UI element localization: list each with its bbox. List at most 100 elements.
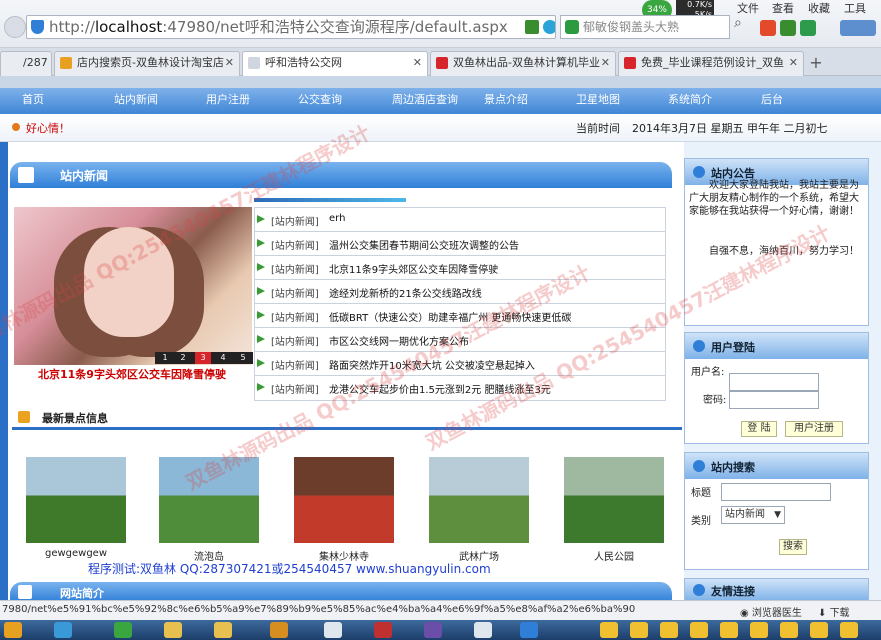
address-bar[interactable]: http://localhost:47980/net呼和浩特公交查询源程序/de… — [26, 15, 556, 39]
app-icon[interactable] — [424, 622, 442, 638]
announce-icon — [693, 166, 705, 178]
qq-contact-icon[interactable] — [720, 622, 738, 638]
news-title[interactable]: 温州公交集团春节期间公交班次调整的公告 — [329, 237, 519, 252]
compat-icon[interactable] — [525, 20, 539, 34]
nav-hotel-query[interactable]: 周边酒店查询 — [382, 88, 468, 114]
slideshow-caption[interactable]: 北京11条9字头郊区公交车因降雪停驶 — [38, 366, 226, 382]
menu-view[interactable]: 查看 — [772, 0, 794, 16]
menu-tools[interactable]: 工具 — [844, 0, 866, 16]
list-item[interactable]: [站内新闻] 龙港公交车起步价由1.5元涨到2元 肥膳线涨至3元 — [255, 376, 665, 400]
qq-contact-icon[interactable] — [840, 622, 858, 638]
search-icon[interactable]: ⌕ — [734, 15, 754, 39]
scenic-icon — [18, 411, 30, 423]
download-button[interactable]: ⬇ 下载 — [818, 604, 850, 619]
new-tab-button[interactable]: + — [806, 53, 826, 73]
qq-contact-icon[interactable] — [630, 622, 648, 638]
tab-1[interactable]: /287 — [0, 51, 52, 76]
site-search-button[interactable]: 搜索 — [779, 539, 807, 555]
menu-file[interactable]: 文件 — [737, 0, 759, 16]
scenic-label[interactable]: 人民公园 — [564, 548, 664, 563]
play-icon[interactable] — [780, 20, 796, 36]
news-title[interactable]: erh — [329, 213, 345, 224]
news-title[interactable]: 途经刘龙新桥的21条公交线路改线 — [329, 285, 482, 300]
list-item[interactable]: [站内新闻] 市区公交线网一期优化方案公布 — [255, 328, 665, 352]
folder-icon[interactable] — [214, 622, 232, 638]
slide-page-5[interactable]: 5 — [235, 352, 251, 364]
nav-bus-query[interactable]: 公交查询 — [288, 88, 352, 114]
qq-contact-icon[interactable] — [810, 622, 828, 638]
login-button[interactable]: 登 陆 — [741, 421, 777, 437]
qq-contact-icon[interactable] — [780, 622, 798, 638]
slide-page-3[interactable]: 3 — [195, 352, 211, 364]
list-item[interactable]: [站内新闻] 北京11条9字头郊区公交车因降雪停驶 — [255, 256, 665, 280]
scenic-thumb-2[interactable] — [159, 457, 259, 543]
register-button[interactable]: 用户注册 — [785, 421, 843, 437]
tab-bar: /287 店内搜索页-双鱼林设计淘宝店 ✕ 呼和浩特公交网 ✕ 双鱼林出品-双鱼… — [0, 48, 881, 76]
tab-4[interactable]: 双鱼林出品-双鱼林计算机毕业 ✕ — [430, 51, 616, 76]
close-icon[interactable]: ✕ — [789, 52, 798, 74]
news-slideshow-image[interactable] — [14, 207, 252, 365]
close-icon[interactable]: ✕ — [601, 52, 610, 74]
browser-doctor[interactable]: ◉ 浏览器医生 — [740, 604, 802, 619]
list-item[interactable]: [站内新闻] 低碳BRT（快速公交）助建幸福广州 更通畅快速更低碳 — [255, 304, 665, 328]
slide-page-2[interactable]: 2 — [175, 352, 191, 364]
app-icon[interactable] — [474, 622, 492, 638]
list-item[interactable]: [站内新闻] erh — [255, 208, 665, 232]
category-select[interactable]: 站内新闻 ▼ — [721, 506, 785, 524]
list-item[interactable]: [站内新闻] 路面突然炸开10米宽大坑 公交被凌空悬起掉入 — [255, 352, 665, 376]
qq-contact-icon[interactable] — [690, 622, 708, 638]
close-icon[interactable]: ✕ — [225, 52, 234, 74]
scenic-thumb-1[interactable] — [26, 457, 126, 543]
news-category: [站内新闻] — [271, 265, 319, 276]
nav-admin[interactable]: 后台 — [748, 88, 796, 114]
app-icon[interactable] — [270, 622, 288, 638]
arrow-icon — [257, 383, 265, 391]
scenic-thumb-3[interactable] — [294, 457, 394, 543]
username-field[interactable] — [729, 373, 819, 391]
list-item[interactable]: [站内新闻] 途经刘龙新桥的21条公交线路改线 — [255, 280, 665, 304]
ie-icon[interactable] — [543, 20, 555, 34]
app-icon[interactable] — [520, 622, 538, 638]
qq-contact-icon[interactable] — [750, 622, 768, 638]
taskbar-icon[interactable] — [4, 622, 22, 638]
search-input[interactable]: 郁敏俊钢盖头大熟 — [560, 15, 730, 39]
nav-satellite-map[interactable]: 卫星地图 — [566, 88, 630, 114]
news-title[interactable]: 市区公交线网一期优化方案公布 — [329, 333, 469, 348]
password-field[interactable] — [729, 391, 819, 409]
qq-icon[interactable] — [54, 622, 72, 638]
shield-addon-icon[interactable] — [800, 20, 816, 36]
nav-system-intro[interactable]: 系统简介 — [658, 88, 722, 114]
nav-home[interactable]: 首页 — [10, 88, 56, 114]
nav-register[interactable]: 用户注册 — [196, 88, 260, 114]
news-title[interactable]: 路面突然炸开10米宽大坑 公交被凌空悬起掉入 — [329, 357, 535, 372]
scenic-thumb-4[interactable] — [429, 457, 529, 543]
scenic-thumb-5[interactable] — [564, 457, 664, 543]
photo-figure — [84, 227, 174, 337]
addon-icon[interactable] — [760, 20, 776, 36]
qq-contact-icon[interactable] — [660, 622, 678, 638]
slide-page-4[interactable]: 4 — [215, 352, 231, 364]
qq-contact-icon[interactable] — [600, 622, 618, 638]
search-placeholder: 郁敏俊钢盖头大熟 — [583, 20, 680, 34]
tab-2[interactable]: 店内搜索页-双鱼林设计淘宝店 ✕ — [54, 51, 240, 76]
app-icon[interactable] — [374, 622, 392, 638]
back-button[interactable] — [4, 16, 26, 38]
slide-page-1[interactable]: 1 — [157, 352, 173, 364]
tab-5[interactable]: 免费_毕业课程范例设计_双鱼 ✕ — [618, 51, 804, 76]
folder-icon[interactable] — [164, 622, 182, 638]
browser-icon[interactable] — [114, 622, 132, 638]
scenic-section-header: 最新景点信息 — [12, 406, 682, 430]
nav-scenic[interactable]: 景点介绍 — [474, 88, 538, 114]
scenic-label[interactable]: gewgewgew — [26, 548, 126, 559]
close-icon[interactable]: ✕ — [413, 52, 422, 74]
ie-logo-icon[interactable] — [840, 20, 876, 36]
news-title[interactable]: 龙港公交车起步价由1.5元涨到2元 肥膳线涨至3元 — [329, 381, 551, 396]
title-input[interactable] — [721, 483, 831, 501]
app-icon[interactable] — [324, 622, 342, 638]
menu-favorites[interactable]: 收藏 — [808, 0, 830, 16]
news-title[interactable]: 北京11条9字头郊区公交车因降雪停驶 — [329, 261, 498, 276]
news-title[interactable]: 低碳BRT（快速公交）助建幸福广州 更通畅快速更低碳 — [329, 309, 571, 324]
list-item[interactable]: [站内新闻] 温州公交集团春节期间公交班次调整的公告 — [255, 232, 665, 256]
tab-3[interactable]: 呼和浩特公交网 ✕ — [242, 51, 428, 76]
nav-news[interactable]: 站内新闻 — [104, 88, 168, 114]
